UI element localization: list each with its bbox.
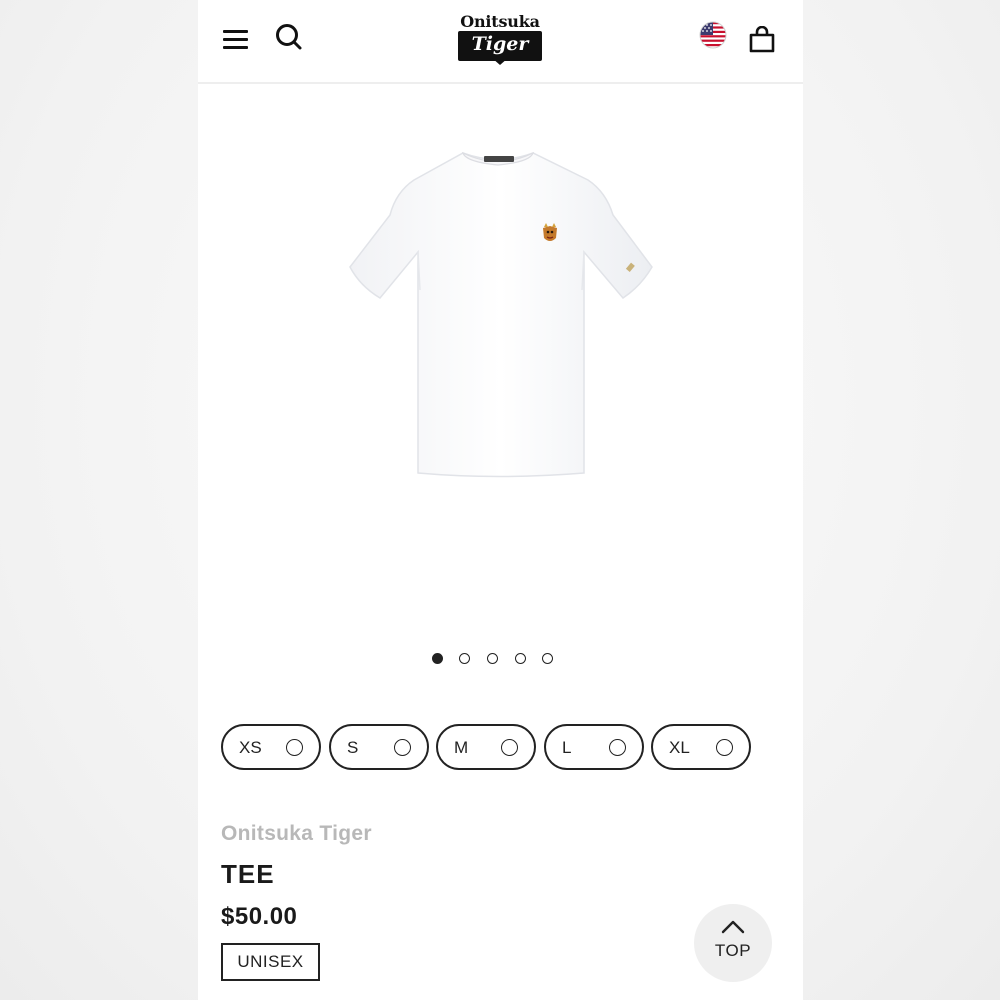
- search-button[interactable]: [274, 22, 304, 52]
- carousel-dot[interactable]: [432, 653, 443, 664]
- radio-circle-icon: [394, 739, 411, 756]
- mobile-viewport: Onitsuka Tiger XS S M L XL Onitsuka Tige…: [198, 0, 803, 1000]
- search-icon: [276, 24, 302, 50]
- brand-logo[interactable]: Onitsuka Tiger: [456, 12, 544, 68]
- carousel-dot[interactable]: [459, 653, 470, 664]
- size-label: XL: [669, 738, 690, 757]
- product-title: TEE: [221, 859, 275, 889]
- unisex-badge: UNISEX: [221, 943, 320, 981]
- image-carousel-dots: [198, 653, 803, 669]
- hamburger-line: [223, 46, 248, 49]
- size-option-s[interactable]: S: [329, 724, 429, 770]
- cart-button[interactable]: [748, 25, 776, 54]
- radio-circle-icon: [609, 739, 626, 756]
- region-selector-button[interactable]: [699, 21, 727, 49]
- shopping-bag-icon: [749, 25, 775, 53]
- product-image[interactable]: [338, 140, 658, 485]
- hamburger-menu-icon: [223, 30, 248, 33]
- carousel-dot[interactable]: [487, 653, 498, 664]
- logo-wordmark-bottom: Tiger: [471, 33, 529, 55]
- size-label: L: [562, 738, 572, 757]
- size-label: XS: [239, 738, 262, 757]
- radio-circle-icon: [716, 739, 733, 756]
- product-price: $50.00: [221, 903, 298, 930]
- size-label: M: [454, 738, 469, 757]
- carousel-dot[interactable]: [515, 653, 526, 664]
- product-brand: Onitsuka Tiger: [221, 822, 372, 845]
- chevron-up-icon: [721, 920, 745, 934]
- size-option-xs[interactable]: XS: [221, 724, 321, 770]
- back-to-top-button[interactable]: TOP: [694, 904, 772, 982]
- size-label: S: [347, 738, 359, 757]
- menu-button[interactable]: [222, 26, 250, 52]
- size-option-xl[interactable]: XL: [651, 724, 751, 770]
- carousel-dot[interactable]: [542, 653, 553, 664]
- size-option-m[interactable]: M: [436, 724, 536, 770]
- size-selector: XS S M L XL: [221, 724, 781, 772]
- hamburger-line: [223, 38, 248, 41]
- us-flag-icon: [699, 21, 727, 49]
- size-option-l[interactable]: L: [544, 724, 644, 770]
- logo-badge-notch: [492, 58, 508, 65]
- white-tee-image: [349, 151, 653, 478]
- site-header: Onitsuka Tiger: [198, 0, 803, 84]
- logo-wordmark-top: Onitsuka: [460, 12, 540, 31]
- back-to-top-label: TOP: [714, 941, 752, 960]
- radio-circle-icon: [501, 739, 518, 756]
- radio-circle-icon: [286, 739, 303, 756]
